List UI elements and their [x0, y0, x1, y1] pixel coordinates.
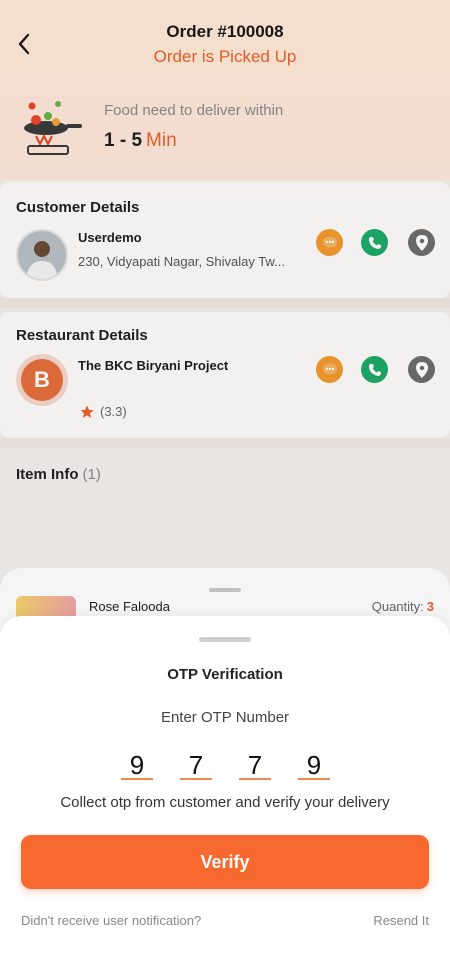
sheet-drag-handle[interactable] [199, 637, 251, 642]
otp-label: Enter OTP Number [160, 709, 290, 726]
verify-button[interactable]: Verify [21, 835, 429, 889]
otp-digit-input-2[interactable]: 7 [180, 750, 212, 780]
otp-verification-sheet: OTP Verification Enter OTP Number 9 7 7 … [0, 616, 450, 975]
otp-title: OTP Verification [167, 666, 283, 683]
resend-otp-link[interactable]: Resend It [373, 913, 429, 928]
otp-digit-input-1[interactable]: 9 [121, 750, 153, 780]
no-notification-text: Didn't receive user notification? [21, 913, 202, 928]
otp-digit-input-4[interactable]: 9 [298, 750, 330, 780]
otp-hint: Collect otp from customer and verify you… [60, 794, 390, 811]
otp-digit-input-3[interactable]: 7 [239, 750, 271, 780]
